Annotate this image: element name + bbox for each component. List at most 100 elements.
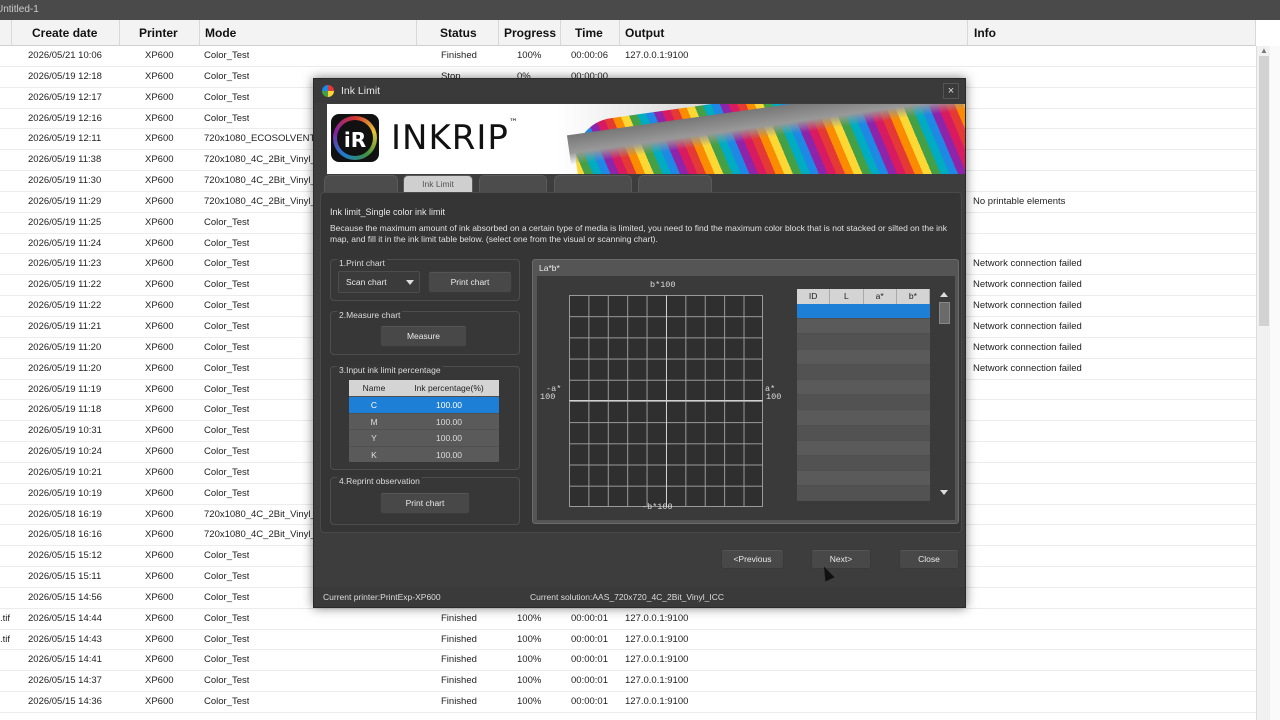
column-header-select[interactable] [0,20,12,46]
table-row[interactable]: 2026/05/15 14:37 XP600 Color_Test Finished 1… [0,671,1256,693]
tab-step-5[interactable] [638,175,712,193]
scrollbar-thumb[interactable] [1259,56,1269,326]
scroll-down-icon[interactable] [940,490,948,495]
row-status: Finished [441,633,477,645]
b-negative-label: -b*100 [642,502,673,512]
row-create-date: 2026/05/15 14:43 [28,633,102,645]
lab-table-row[interactable] [797,334,930,350]
scrollbar-thumb[interactable] [939,302,950,324]
lab-table-row[interactable] [797,455,930,472]
chevron-down-icon [406,280,414,285]
row-create-date: 2026/05/15 14:56 [28,591,102,603]
scroll-up-icon[interactable]: ▲ [1260,46,1268,55]
lab-table-row[interactable] [797,425,930,441]
measure-chart-group: 2.Measure chart Measure [330,310,520,355]
next-button[interactable]: Next> [811,549,871,569]
column-header-status[interactable]: Status [417,20,499,46]
row-printer: XP600 [145,571,174,583]
ink-row-m[interactable]: M 100.00 [349,412,499,430]
row-time: 00:00:01 [571,696,608,708]
column-header-create-date[interactable]: Create date [12,20,120,46]
ink-name: C [370,400,378,410]
lab-table-row[interactable] [797,395,930,411]
row-create-date: 2026/05/19 11:19 [28,383,102,395]
brand-text: INKRIP [391,118,509,158]
scroll-up-icon[interactable] [940,292,948,297]
row-output: 127.0.0.1:9100 [625,654,689,666]
row-create-date: 2026/05/19 10:21 [28,466,102,478]
row-time: 00:00:06 [571,50,608,61]
lab-table-row[interactable] [797,349,930,365]
row-mode: Color_Test [204,362,250,374]
row-mode: Color_Test [204,404,250,416]
tab-ink-limit[interactable]: Ink Limit [403,175,473,193]
lab-table-row[interactable] [797,364,930,380]
print-chart-button[interactable]: Print chart [428,271,512,293]
ink-row-k[interactable]: K 100.00 [349,445,499,463]
ink-row-y[interactable]: Y 100.00 [349,429,499,446]
measure-chart-label: 2.Measure chart [337,310,403,320]
lab-table-row[interactable] [797,304,930,320]
chart-type-select[interactable]: Scan chart [338,271,420,293]
right-edge-strip [1270,46,1280,720]
ink-percent[interactable]: 100.00 [399,397,499,413]
column-header-time[interactable]: Time [561,20,620,46]
reprint-chart-button[interactable]: Print chart [380,492,470,514]
row-create-date: 2026/05/18 16:16 [28,529,102,541]
table-row[interactable]: 2026/05/15 14:41 XP600 Color_Test Finished 1… [0,650,1256,672]
close-button[interactable]: Close [899,549,959,569]
lab-table-row[interactable] [797,410,930,426]
ink-percent[interactable]: 100.00 [399,430,499,446]
row-output: 127.0.0.1:9100 [625,633,689,645]
row-status: Finished [441,612,477,624]
row-info: Network connection failed [973,362,1082,374]
ink-percent[interactable]: 100.00 [399,414,499,430]
lab-table-row[interactable] [797,440,930,456]
row-info: Network connection failed [973,279,1082,291]
ink-row-c[interactable]: C 100.00 [349,396,499,413]
dialog-title-bar[interactable]: Ink Limit × [314,79,965,103]
lab-plot-area: b*100 -b*100 -a* 100 a* 100 ID L a* b* [537,276,955,520]
ink-percent[interactable]: 100.00 [399,447,499,463]
column-header-mode[interactable]: Mode [200,20,417,46]
lab-table-row[interactable] [797,471,930,487]
job-table-header: Create date Printer Mode Status Progress… [0,20,1256,46]
tab-step-4[interactable] [554,175,632,193]
row-mode: Color_Test [204,320,250,332]
row-printer: XP600 [145,612,174,624]
row-printer: XP600 [145,91,174,103]
row-create-date: 2026/05/19 11:29 [28,195,102,207]
row-mode: Color_Test [204,279,250,291]
tab-step-3[interactable] [479,175,547,193]
job-table-scrollbar[interactable]: ▲ [1256,46,1270,720]
table-row[interactable]: .tif 2026/05/15 14:43 XP600 Color_Test Finis… [0,630,1256,651]
ink-name: K [371,449,377,460]
row-output: 127.0.0.1:9100 [625,612,689,624]
previous-button[interactable]: <Previous [721,549,784,569]
column-header-output[interactable]: Output [620,20,968,46]
dialog-close-icon[interactable]: × [943,83,959,99]
lab-panel-title: La*b* [539,263,560,273]
column-header-progress[interactable]: Progress [499,20,561,46]
lab-table-row[interactable] [797,379,930,396]
row-create-date: 2026/05/19 11:22 [28,279,102,291]
table-row[interactable]: 2026/05/21 10:06 XP600 Color_Test Finished 1… [0,46,1256,67]
measure-button[interactable]: Measure [380,325,467,347]
row-mode: Color_Test [204,383,250,395]
lab-table-row[interactable] [797,319,930,335]
row-printer: XP600 [145,466,174,478]
table-row[interactable]: 2026/05/15 14:36 XP600 Color_Test Finished 1… [0,692,1256,713]
row-create-date: 2026/05/15 14:44 [28,612,102,624]
row-mode: Color_Test [204,300,250,312]
column-header-printer[interactable]: Printer [120,20,200,46]
tab-step-1[interactable] [324,175,398,193]
row-printer: XP600 [145,529,174,541]
row-mode: Color_Test [204,591,250,603]
row-mode: 720x1080_ECOSOLVENT_2 [204,133,316,145]
lab-table-row[interactable] [797,486,930,502]
table-row[interactable]: .tif 2026/05/15 14:44 XP600 Color_Test Finis… [0,609,1256,630]
row-printer: XP600 [145,591,174,603]
lab-table-scrollbar[interactable] [938,289,951,498]
row-mode: Color_Test [204,654,250,666]
column-header-info[interactable]: Info [968,20,1256,46]
